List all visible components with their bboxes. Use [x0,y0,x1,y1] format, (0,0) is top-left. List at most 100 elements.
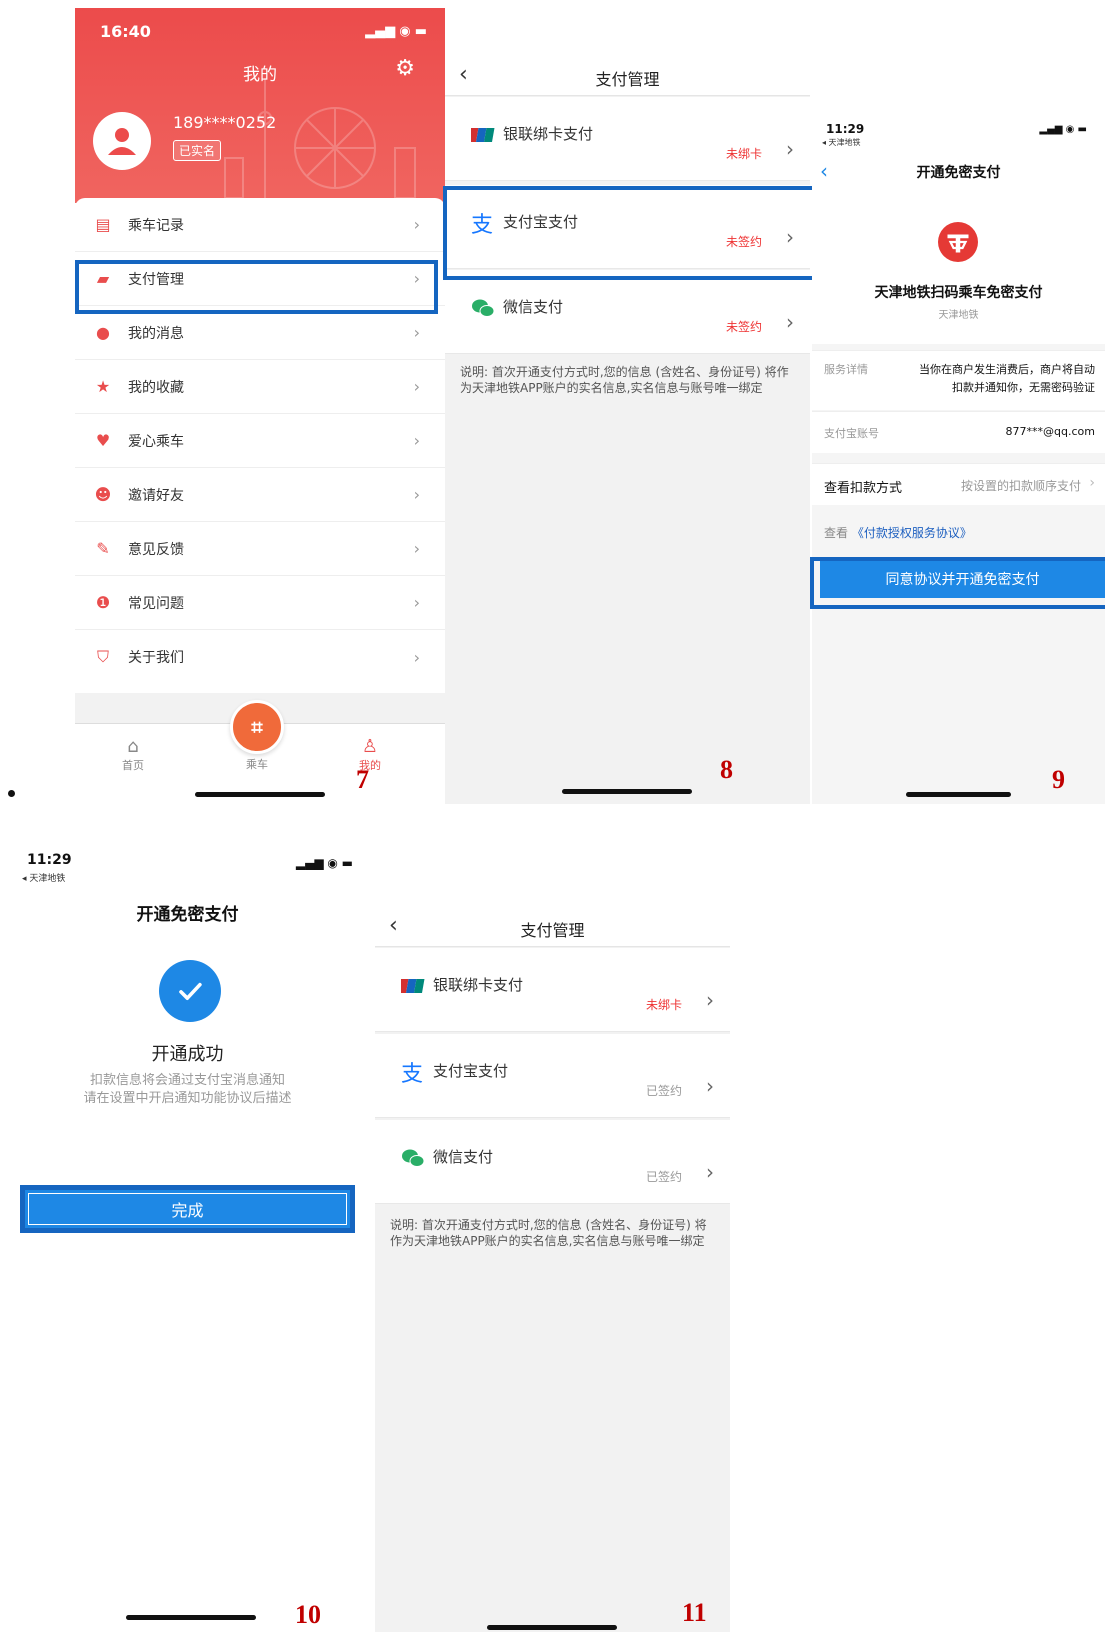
pay-label: 银联绑卡支付 [503,125,594,143]
info-icon: ❶ [95,593,111,612]
service-name: 天津地铁扫码乘车免密支付 [874,285,1043,301]
nav-bar: ‹ 支付管理 [445,4,810,96]
pay-row-alipay[interactable]: 支 支付宝支付 已签约 › [375,1034,730,1118]
message-icon: ● [96,323,110,342]
step-number-7: 7 [356,765,369,794]
page-title: 支付管理 [595,70,660,89]
menu-item-feedback[interactable]: ✎ 意见反馈 › [75,522,445,576]
chevron-right-icon: › [413,431,420,450]
status-icons: ▂▄▆ ◉ ▬ [365,24,427,39]
menu-item-label: 爱心乘车 [128,433,184,450]
tab-mine[interactable]: ♙ 我的 [340,736,400,773]
tab-label: 我的 [359,759,381,772]
chevron-right-icon: › [413,647,420,667]
home-indicator [195,792,325,797]
pay-status: 未绑卡 [725,147,762,161]
step-number-9: 9 [1052,765,1065,794]
method-key: 查看扣款方式 [824,481,903,496]
status-time: 11:29 [27,852,72,868]
account-row: 支付宝账号 877***@qq.com [812,411,1105,453]
wechat-pay-icon [472,299,495,317]
qr-scan-icon: ⌗ [251,715,263,739]
page-title: 开通免密支付 [136,905,239,925]
service-header: 11:29 ◂ 天津地铁 ▂▄▆ ◉ ▬ ‹ 开通免密支付 天津地铁扫码乘车免密… [812,112,1105,344]
success-description: 扣款信息将会通过支付宝消息通知 请在设置中开启通知功能协议后描述 [10,1072,365,1108]
tab-label: 首页 [122,759,144,772]
pay-status: 未签约 [725,320,762,334]
detail-value-line2: 扣款并通知你，无需密码验证 [952,381,1095,394]
menu-item-label: 乘车记录 [128,217,184,234]
chevron-right-icon: › [706,988,714,1012]
pay-row-wechat[interactable]: 微信支付 已签约 › [375,1120,730,1204]
home-indicator [487,1625,617,1630]
info-note: 说明: 首次开通支付方式时,您的信息 (含姓名、身份证号) 将作为天津地铁APP… [390,1218,707,1248]
page-title: 我的 [243,65,277,85]
panel-enable-password-free: 11:29 ◂ 天津地铁 ▂▄▆ ◉ ▬ ‹ 开通免密支付 天津地铁扫码乘车免密… [812,112,1105,804]
tab-ride-label[interactable]: 乘车 [227,756,287,772]
gear-icon[interactable]: ⚙ [395,56,415,81]
menu-item-favorites[interactable]: ★ 我的收藏 › [75,360,445,414]
menu-item-label: 我的收藏 [128,379,184,396]
check-icon [159,960,221,1022]
panel-payment-management: ‹ 支付管理 银联绑卡支付 未绑卡 › 支 支付宝支付 未签约 › 微信支付 未… [445,4,810,804]
profile-header: 16:40 ▂▄▆ ◉ ▬ 我的 ⚙ 189****0252 已实名 [75,8,445,203]
back-to-app-link[interactable]: ◂ 天津地铁 [22,871,65,884]
done-button[interactable]: 完成 [20,1185,355,1233]
menu-item-label: 常见问题 [128,595,184,612]
menu-item-label: 邀请好友 [128,487,184,504]
chevron-right-icon: › [413,539,420,558]
agreement-link[interactable]: 《付款授权服务协议》 [852,526,972,540]
alipay-icon: 支 [401,1062,424,1087]
pay-row-unionpay[interactable]: 银联绑卡支付 未绑卡 › [375,948,730,1032]
status-time: 16:40 [100,22,151,41]
unionpay-icon [401,979,425,993]
menu-item-about-us[interactable]: ⛉ 关于我们 › [75,630,445,684]
scan-qr-button[interactable]: ⌗ [230,700,284,754]
tab-home[interactable]: ⌂ 首页 [103,736,163,773]
chevron-right-icon: › [706,1160,714,1184]
feedback-icon: ✎ [96,539,110,558]
link-prefix: 查看 [824,526,849,540]
ticket-icon: ▤ [95,215,111,234]
menu-item-ride-records[interactable]: ▤ 乘车记录 › [75,198,445,252]
account-key: 支付宝账号 [824,427,879,440]
metro-logo-icon: ⛉ [96,647,109,666]
verified-badge: 已实名 [173,140,222,161]
menu-item-messages[interactable]: ● 我的消息 › [75,306,445,360]
chevron-right-icon: › [413,485,420,504]
menu-item-faq[interactable]: ❶ 常见问题 › [75,576,445,630]
pay-row-unionpay[interactable]: 银联绑卡支付 未绑卡 › [445,97,810,181]
agreement-link-row: 查看 《付款授权服务协议》 [824,524,972,541]
menu-item-invite-friends[interactable]: ☻ 邀请好友 › [75,468,445,522]
step-number-11: 11 [682,1598,707,1627]
page-title: 支付管理 [520,921,585,940]
chevron-right-icon: › [413,593,420,612]
heart-icon: ♥ [95,431,111,450]
chevron-right-icon: › [413,377,420,396]
pay-label: 微信支付 [503,298,564,316]
menu-item-label: 我的消息 [128,325,184,342]
desc-line2: 请在设置中开启通知功能协议后描述 [83,1091,292,1106]
chevron-right-icon: › [786,310,794,334]
tab-label: 乘车 [246,758,268,771]
status-icons: ▂▄▆ ◉ ▬ [1039,124,1087,135]
menu-item-care-ride[interactable]: ♥ 爱心乘车 › [75,414,445,468]
info-note: 说明: 首次开通支付方式时,您的信息 (含姓名、身份证号) 将作为天津地铁APP… [460,365,789,395]
status-time: 11:29 [826,122,865,136]
chevron-right-icon: › [786,137,794,161]
home-indicator [562,789,692,794]
home-icon: ⌂ [127,736,139,757]
city-skyline-graphic [224,78,416,198]
highlight-box-payment-management [75,260,438,314]
home-indicator [906,792,1011,797]
pay-row-wechat[interactable]: 微信支付 未签约 › [445,270,810,354]
user-phone: 189****0252 [173,113,277,132]
back-to-app-link[interactable]: ◂ 天津地铁 [822,137,861,148]
avatar[interactable] [93,112,151,170]
payment-method-row[interactable]: 查看扣款方式 按设置的扣款顺序支付 › [812,463,1105,505]
metro-logo-icon [938,222,978,262]
pay-label: 微信支付 [433,1148,494,1166]
wechat-pay-icon [402,1149,425,1167]
chevron-right-icon: › [706,1074,714,1098]
success-title: 开通成功 [151,1044,224,1065]
